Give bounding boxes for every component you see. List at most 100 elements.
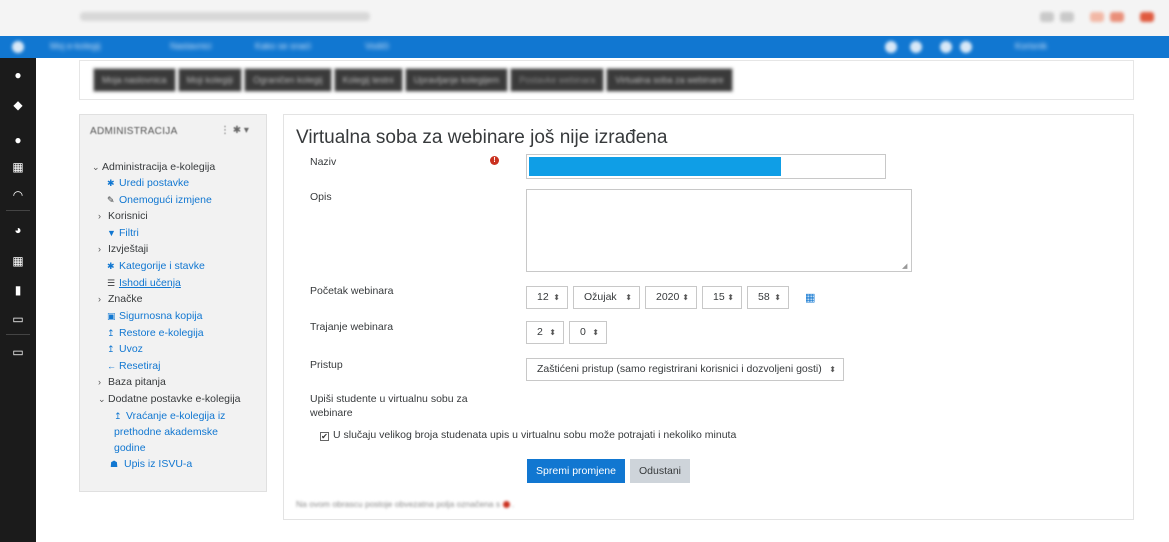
tree-link[interactable]: ☗ Upis iz ISVU-a — [110, 457, 192, 471]
list-icon: ☰ — [107, 278, 116, 288]
select-caret-icon: ⬍ — [682, 293, 689, 302]
nav-item[interactable]: Kako se snaći — [255, 41, 311, 53]
select-caret-icon: ⬍ — [625, 293, 632, 302]
notification-icon[interactable] — [885, 41, 897, 53]
resize-handle-icon[interactable]: ◢ — [902, 262, 907, 270]
chevron-right-icon: › — [98, 244, 101, 254]
chevron-right-icon: › — [98, 294, 101, 304]
breadcrumb-item[interactable]: Ograničen kolegij — [244, 68, 332, 92]
tree-link[interactable]: ← Resetiraj — [107, 359, 160, 373]
archive-icon[interactable]: ▭ — [11, 345, 25, 359]
settings-icon[interactable] — [940, 41, 952, 53]
enrol-checkbox-row[interactable]: ✔ U slučaju velikog broja studenata upis … — [320, 429, 736, 441]
tree-link[interactable]: godine — [114, 441, 146, 455]
block-title: ADMINISTRACIJA — [90, 126, 178, 137]
tree-node[interactable]: › Izvještaji — [98, 242, 148, 256]
required-icon — [502, 501, 510, 508]
breadcrumb-item[interactable]: Moja naslovnica — [93, 68, 176, 92]
description-textarea[interactable] — [526, 189, 912, 272]
enrol-label: Upiši studente u virtualnu sobu za — [310, 393, 468, 405]
tree-link[interactable]: prethodne akademske — [114, 425, 218, 439]
hamburger-icon[interactable] — [12, 41, 24, 53]
enrol-checkbox[interactable]: ✔ — [320, 432, 329, 441]
dashboard-icon[interactable]: ◆ — [11, 98, 25, 112]
breadcrumb-item[interactable]: Moji kolegiji — [177, 68, 243, 92]
divider — [6, 334, 30, 335]
tree-link[interactable]: ↥ Vraćanje e-kolegija iz — [114, 409, 225, 423]
start-minute-select[interactable]: 58 ⬍ — [747, 286, 789, 309]
select-caret-icon: ⬍ — [829, 365, 836, 374]
select-caret-icon: ⬍ — [592, 328, 599, 337]
start-month-select[interactable]: Ožujak ⬍ — [573, 286, 640, 309]
home-icon[interactable]: ● — [11, 68, 25, 82]
tree-link[interactable]: ✱ Kategorije i stavke — [107, 259, 205, 273]
tree-node[interactable]: › Korisnici — [98, 209, 148, 223]
name-input-selection — [529, 157, 781, 176]
user-menu[interactable]: Korisnik — [1015, 41, 1047, 53]
pencil-icon: ✎ — [107, 195, 115, 205]
nav-item[interactable]: Moj e-kolegij — [50, 41, 101, 53]
start-year-select[interactable]: 2020 ⬍ — [645, 286, 697, 309]
extension-icon[interactable] — [1110, 12, 1124, 22]
select-caret-icon: ⬍ — [549, 328, 556, 337]
breadcrumb-item[interactable]: Upravljanje kolegijem — [404, 68, 509, 92]
upload-icon: ↥ — [107, 344, 115, 354]
tree-link[interactable]: ▣ Sigurnosna kopija — [107, 309, 202, 323]
breadcrumb-item[interactable]: Virtualna soba za webinare — [606, 68, 733, 92]
tree-link[interactable]: ▼ Filtri — [107, 226, 139, 240]
tree-link[interactable]: ↥ Uvoz — [107, 342, 143, 356]
avatar[interactable] — [960, 41, 972, 53]
nav-item[interactable]: Vodiči — [365, 41, 389, 53]
duration-hours-select[interactable]: 2 ⬍ — [526, 321, 564, 344]
file-icon: ▣ — [107, 311, 116, 321]
cancel-button[interactable]: Odustani — [630, 459, 690, 483]
required-note: Na ovom obrascu postoje obvezatna polja … — [296, 499, 515, 509]
left-rail: ● ◆ ● ▦ ◠ ◕ ▦ ▮ ▭ ▭ — [0, 58, 36, 542]
tree-link[interactable]: ✎ Onemogući izmjene — [107, 193, 212, 207]
extension-icon[interactable] — [1090, 12, 1104, 22]
calendar-icon[interactable]: ▦ — [11, 254, 25, 268]
browser-toolbar — [0, 0, 1169, 36]
gear-icon: ✱ — [107, 261, 115, 271]
description-label: Opis — [310, 191, 332, 203]
nav-item[interactable]: Nastavnici — [170, 41, 212, 53]
save-button[interactable]: Spremi promjene — [527, 459, 625, 483]
access-select[interactable]: Zaštićeni pristup (samo registrirani kor… — [526, 358, 844, 381]
start-hour-select[interactable]: 15 ⬍ — [702, 286, 742, 309]
extension-icon[interactable] — [1060, 12, 1074, 22]
calendar-icon[interactable]: ● — [11, 133, 25, 147]
duration-minutes-select[interactable]: 0 ⬍ — [569, 321, 607, 344]
menu-icon[interactable] — [1140, 12, 1154, 22]
breadcrumb-item[interactable]: Postavke webinara — [510, 68, 605, 92]
tree-node[interactable]: › Baza pitanja — [98, 375, 166, 389]
select-caret-icon: ⬍ — [774, 293, 781, 302]
gauge-icon[interactable]: ◕ — [11, 223, 25, 237]
extension-icon[interactable] — [1040, 12, 1054, 22]
message-icon[interactable] — [910, 41, 922, 53]
start-label: Početak webinara — [310, 285, 394, 297]
divider — [6, 210, 30, 211]
block-actions-menu[interactable]: ⋮ ✱ ▾ — [220, 125, 249, 136]
tree-link[interactable]: ☰ Ishodi učenja — [107, 276, 181, 290]
required-icon: ! — [490, 156, 499, 165]
tree-node[interactable]: ⌄ Administracija e-kolegija — [92, 160, 215, 174]
start-day-select[interactable]: 12 ⬍ — [526, 286, 568, 309]
breadcrumb-item[interactable]: Kolegij testni — [333, 68, 403, 92]
tree-node[interactable]: › Značke — [98, 292, 142, 306]
archive-icon[interactable]: ▭ — [11, 312, 25, 326]
chevron-down-icon: ⌄ — [92, 162, 100, 172]
gear-icon: ✱ — [107, 178, 115, 188]
access-label: Pristup — [310, 359, 343, 371]
headset-icon[interactable]: ◠ — [11, 188, 25, 202]
tree-link[interactable]: ↥ Restore e-kolegija — [107, 326, 204, 340]
tree-node[interactable]: ⌄ Dodatne postavke e-kolegija — [98, 392, 241, 406]
arrow-left-icon: ← — [107, 361, 116, 371]
breadcrumb: Moja naslovnica Moji kolegiji Ograničen … — [93, 68, 735, 92]
tree-link[interactable]: ✱ Uredi postavke — [107, 176, 189, 190]
file-icon[interactable]: ▮ — [11, 283, 25, 297]
grid-icon[interactable]: ▦ — [11, 160, 25, 174]
upload-icon: ↥ — [114, 411, 122, 421]
calendar-icon[interactable]: ▦ — [805, 291, 815, 304]
address-bar[interactable] — [80, 12, 370, 21]
select-caret-icon: ⬍ — [727, 293, 734, 302]
